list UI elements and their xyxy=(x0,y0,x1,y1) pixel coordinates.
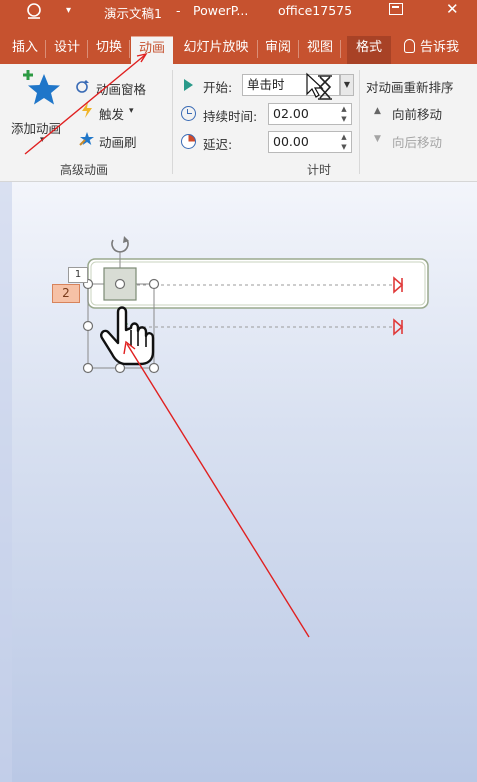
hand-cursor-icon xyxy=(100,306,155,366)
animation-order-tag[interactable]: 1 xyxy=(68,267,88,283)
rotate-icon[interactable] xyxy=(111,236,129,253)
busy-cursor-icon xyxy=(306,72,332,100)
annotation-arrow xyxy=(24,52,310,638)
slide-overlay xyxy=(24,52,429,638)
animation-order-tag-selected[interactable]: 2 xyxy=(52,284,80,303)
path-end-marker-icon[interactable] xyxy=(393,318,404,336)
